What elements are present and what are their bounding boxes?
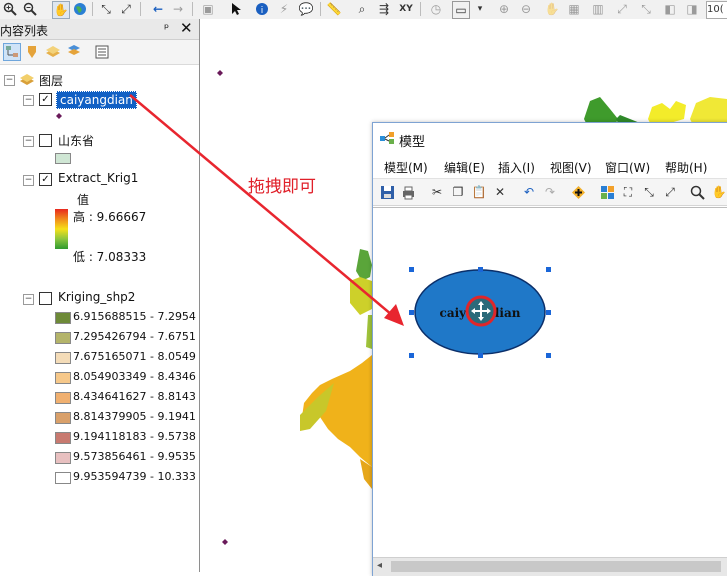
drag-arrow-head-icon	[384, 304, 404, 326]
drag-arrow	[129, 94, 399, 321]
drag-instruction-annotation: 拖拽即可	[248, 177, 316, 197]
annotation-overlay	[129, 94, 404, 326]
